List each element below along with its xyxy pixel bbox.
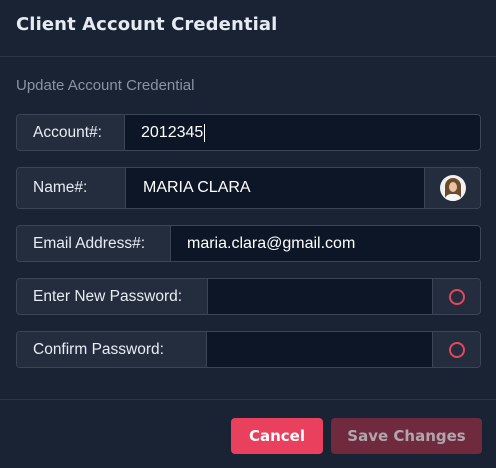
confirm-password-label: Confirm Password: <box>17 332 207 367</box>
text-caret <box>204 123 206 142</box>
avatar-addon <box>424 168 480 208</box>
client-account-credential-modal: Client Account Credential Update Account… <box>0 0 496 468</box>
account-label: Account#: <box>17 115 125 150</box>
new-password-label: Enter New Password: <box>17 279 208 314</box>
email-label: Email Address#: <box>17 226 171 261</box>
name-input[interactable]: MARIA CLARA <box>126 168 424 208</box>
account-field-group: Account#: 2012345 <box>16 114 481 151</box>
circle-outline-icon <box>448 341 465 358</box>
new-password-field-group: Enter New Password: <box>16 278 481 315</box>
email-field-group: Email Address#: maria.clara@gmail.com <box>16 225 481 262</box>
new-password-status-addon <box>432 279 480 314</box>
confirm-password-field-group: Confirm Password: <box>16 331 481 368</box>
modal-footer: Cancel Save Changes <box>0 399 496 468</box>
name-label: Name#: <box>17 168 126 208</box>
confirm-password-status-addon <box>432 332 480 367</box>
name-field-group: Name#: MARIA CLARA <box>16 167 481 209</box>
circle-outline-icon <box>448 288 465 305</box>
account-input[interactable]: 2012345 <box>125 115 480 150</box>
save-changes-button[interactable]: Save Changes <box>331 418 482 454</box>
account-value: 2012345 <box>141 123 204 141</box>
modal-header: Client Account Credential <box>0 0 496 57</box>
user-avatar-icon <box>439 175 466 201</box>
name-value: MARIA CLARA <box>143 179 251 196</box>
cancel-button[interactable]: Cancel <box>231 418 323 454</box>
modal-title: Client Account Credential <box>16 14 278 35</box>
confirm-password-input[interactable] <box>207 332 432 367</box>
email-input[interactable]: maria.clara@gmail.com <box>171 226 480 261</box>
section-label: Update Account Credential <box>16 77 195 94</box>
email-value: maria.clara@gmail.com <box>187 234 356 252</box>
new-password-input[interactable] <box>208 279 432 314</box>
